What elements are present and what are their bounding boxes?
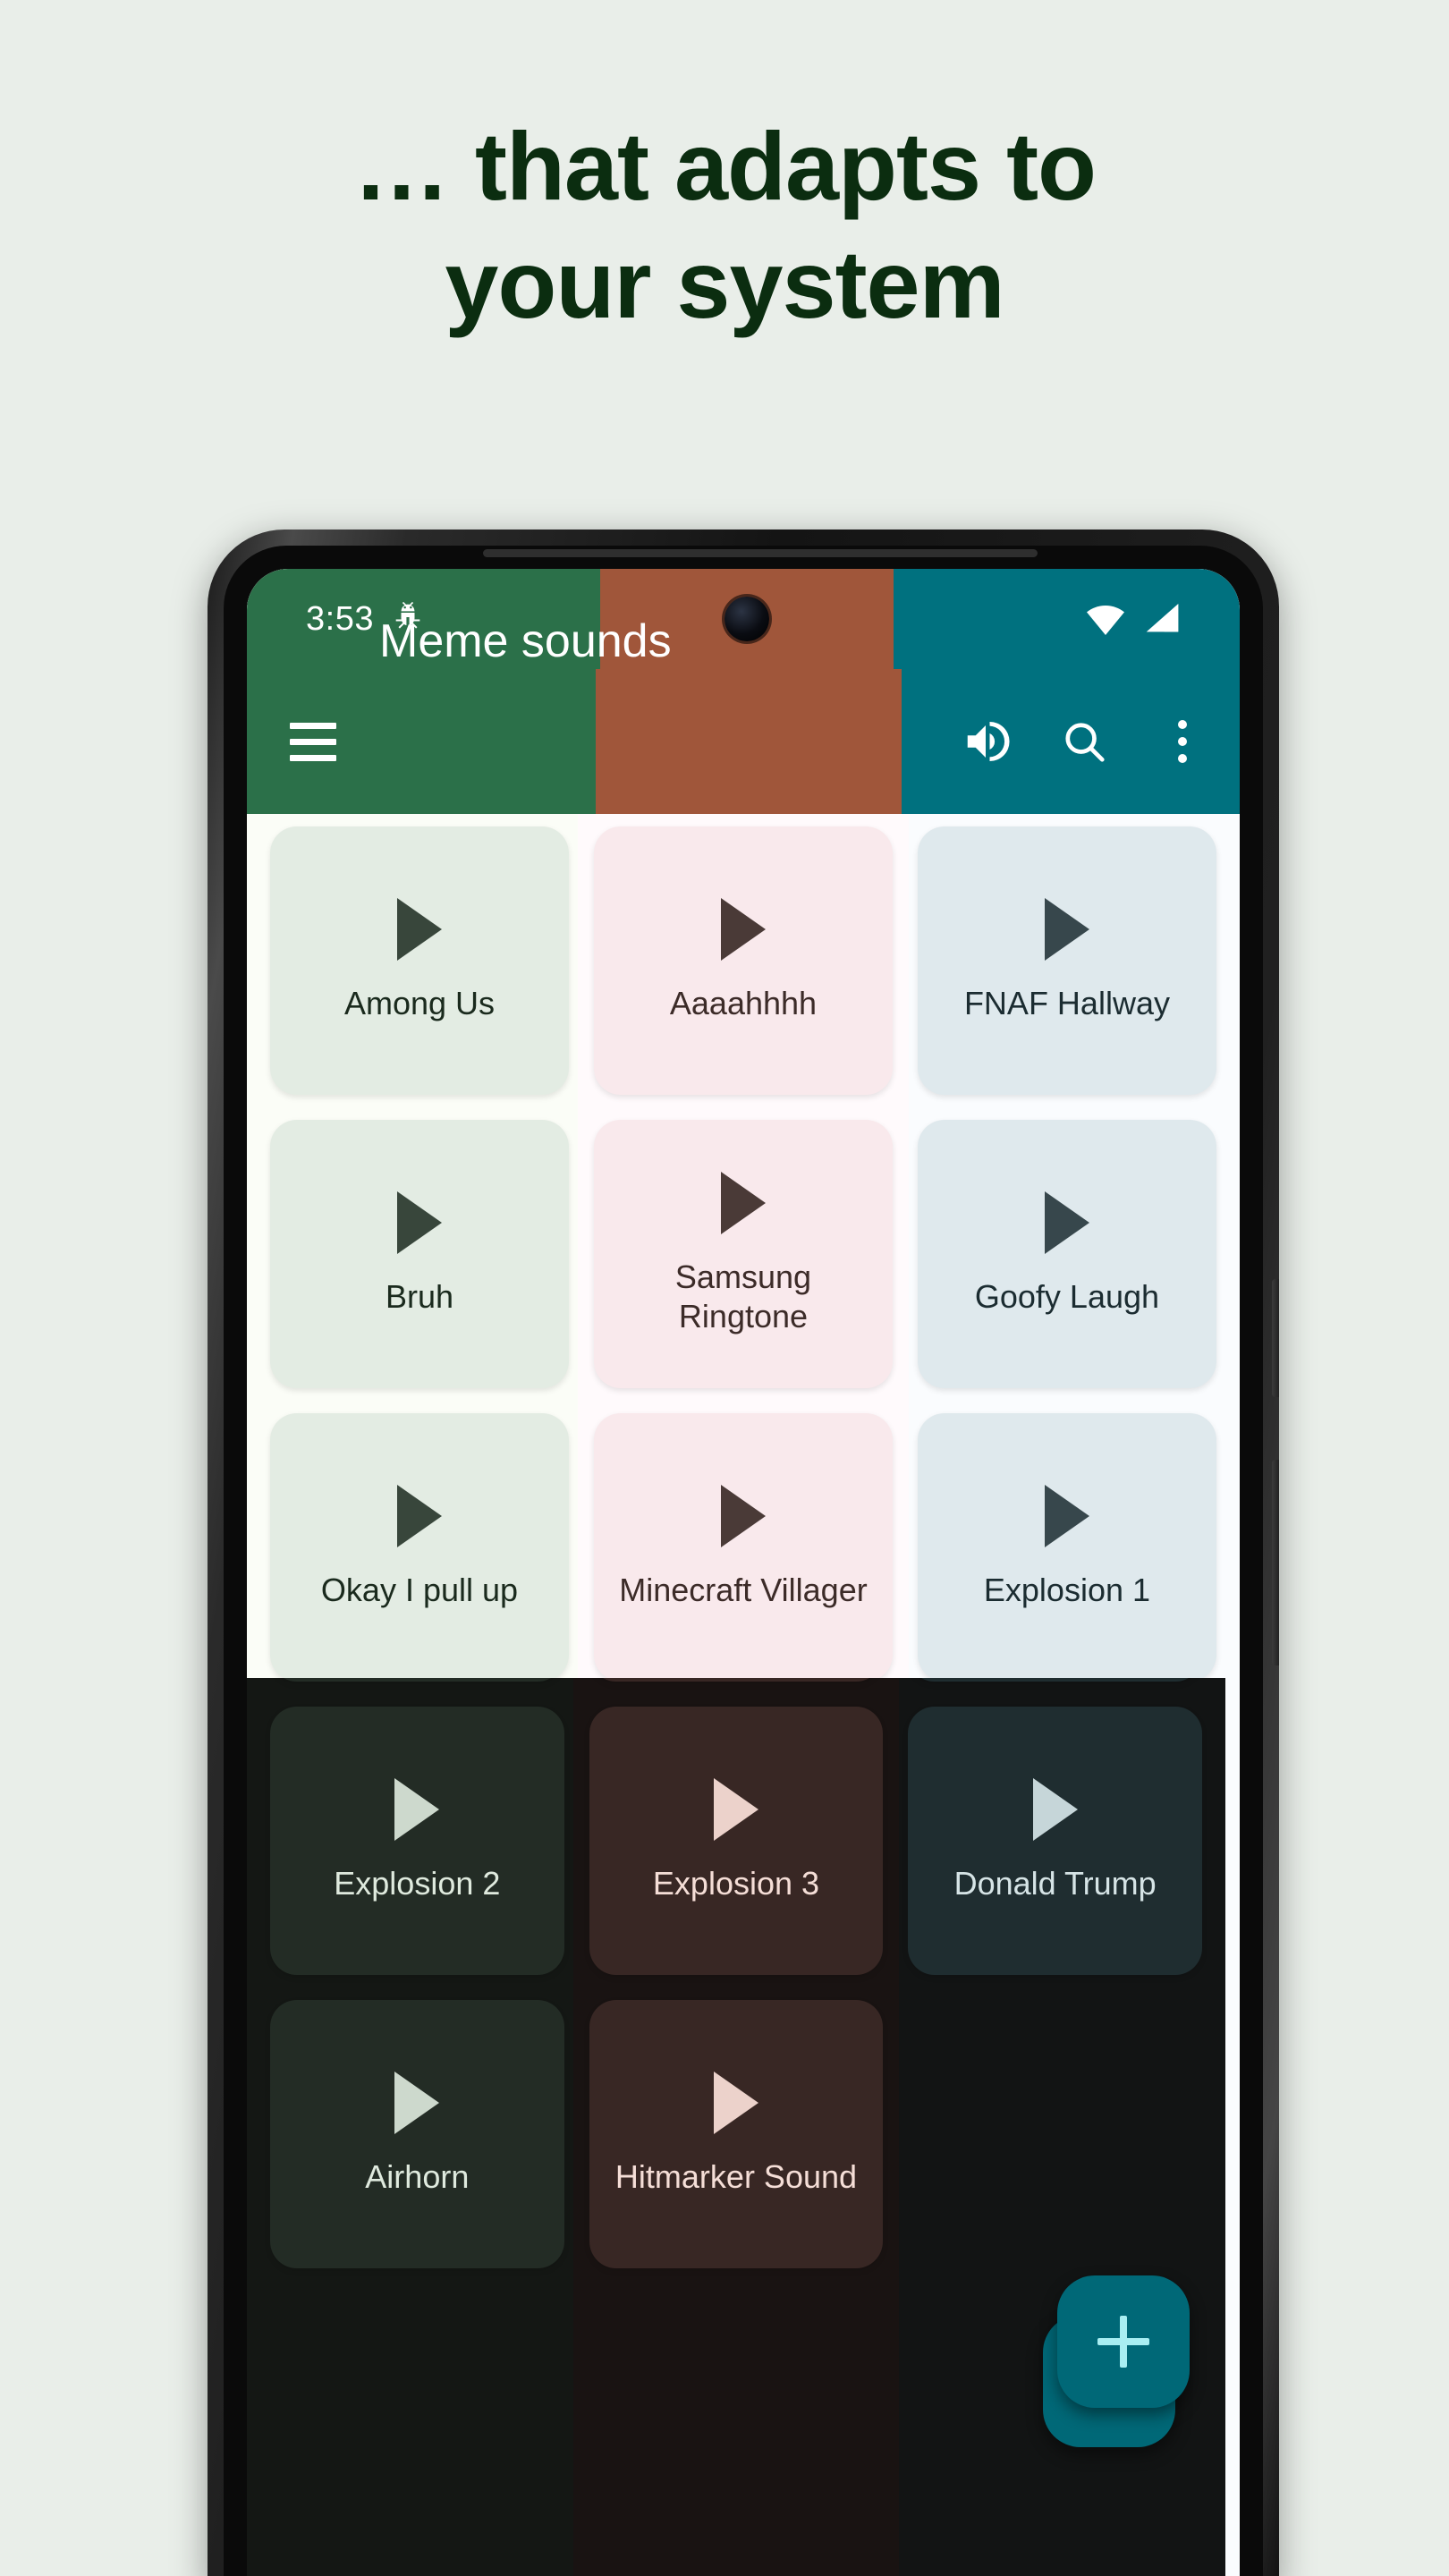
sound-tile-label: Hitmarker Sound (622, 2158, 865, 2196)
grid-cell: Hitmarker Sound (581, 1987, 905, 2281)
play-icon (1044, 1191, 1089, 1255)
play-icon (720, 898, 766, 962)
sound-grid: Among Us Aaaahhhh FNAF Hallway Bruh Samsung … (247, 814, 1240, 2281)
play-icon (396, 1485, 442, 1548)
wifi-icon (1080, 594, 1131, 644)
play-icon (1044, 1778, 1089, 1842)
cell-signal-icon (1138, 594, 1188, 644)
grid-cell: Explosion 2 (258, 1694, 581, 1987)
sound-tile-label: Minecraft Villager (619, 1572, 868, 1609)
grid-cell: Donald Trump (905, 1694, 1229, 1987)
play-icon (396, 1191, 442, 1255)
play-icon (396, 1778, 442, 1842)
sound-tile[interactable]: FNAF Hallway (917, 826, 1216, 1095)
grid-cell: Among Us (258, 814, 581, 1107)
power-button[interactable] (1272, 1279, 1279, 1397)
sound-tile-label: Among Us (343, 985, 496, 1022)
sound-tile[interactable]: Okay I pull up (270, 1413, 569, 1682)
plus-icon (1097, 2316, 1149, 2368)
grid-cell: Samsung Ringtone (581, 1107, 905, 1401)
play-icon (396, 2072, 442, 2135)
play-icon (720, 2072, 766, 2135)
sound-tile[interactable]: Aaaahhhh (593, 826, 893, 1095)
grid-cell: Aaaahhhh (581, 814, 905, 1107)
camera-punch-hole (724, 597, 769, 641)
play-icon (1044, 1485, 1089, 1548)
sound-tile-label: Explosion 1 (983, 1572, 1151, 1609)
play-icon (720, 1778, 766, 1842)
volume-rocker-button[interactable] (1272, 1460, 1279, 1665)
more-vert-icon[interactable] (1157, 716, 1208, 767)
toolbar-right (902, 669, 1240, 814)
sound-tile-label: Explosion 3 (659, 1865, 827, 1902)
grid-cell: Explosion 1 (905, 1401, 1229, 1694)
grid-cell: Explosion 3 (581, 1694, 905, 1987)
hamburger-menu-icon[interactable] (290, 722, 336, 761)
sound-tile[interactable]: Bruh (270, 1120, 569, 1388)
sound-tile[interactable]: Explosion 1 (917, 1413, 1216, 1682)
sound-tile-label: Explosion 2 (335, 1865, 504, 1902)
search-icon[interactable] (1059, 716, 1109, 767)
toolbar-title: Meme sounds (379, 615, 672, 667)
grid-cell-empty (905, 1987, 1229, 2281)
headline-line-2: your system (445, 229, 1004, 338)
sound-tile[interactable]: Goofy Laugh (917, 1120, 1216, 1388)
sound-tile[interactable]: Hitmarker Sound (593, 2000, 893, 2268)
status-bar-clock: 3:53 (306, 599, 374, 638)
sound-tile[interactable]: Samsung Ringtone (593, 1120, 893, 1388)
sound-tile-label: Samsung Ringtone (674, 1258, 812, 1335)
sound-tile-label: Okay I pull up (320, 1572, 519, 1609)
sound-tile[interactable]: Minecraft Villager (593, 1413, 893, 1682)
sound-tile-label: Aaaahhhh (669, 985, 818, 1022)
phone-bezel: 3:53 Meme sounds Among Us Aaaahhhh FNAF Hall… (224, 546, 1263, 2576)
page-title: … that adapts to your system (0, 107, 1449, 343)
grid-cell: Goofy Laugh (905, 1107, 1229, 1401)
sound-tile[interactable]: Explosion 2 (270, 1707, 569, 1975)
promo-screenshot: … that adapts to your system 3:53 Meme so… (0, 0, 1449, 2576)
add-sound-fab[interactable] (1057, 2275, 1190, 2408)
grid-cell: Minecraft Villager (581, 1401, 905, 1694)
sound-tile-label: Goofy Laugh (974, 1278, 1160, 1316)
grid-cell: FNAF Hallway (905, 814, 1229, 1107)
phone-screen: 3:53 Meme sounds Among Us Aaaahhhh FNAF Hall… (247, 569, 1240, 2576)
sound-tile[interactable]: Donald Trump (917, 1707, 1216, 1975)
play-icon (396, 898, 442, 962)
phone-mockup: 3:53 Meme sounds Among Us Aaaahhhh FNAF Hall… (208, 530, 1279, 2576)
sound-tile[interactable]: Among Us (270, 826, 569, 1095)
play-icon (720, 1485, 766, 1548)
grid-cell: Bruh (258, 1107, 581, 1401)
volume-up-icon[interactable] (961, 716, 1011, 767)
sound-tile-label: Donald Trump (965, 1865, 1169, 1902)
play-icon (720, 1172, 766, 1235)
grid-cell: Okay I pull up (258, 1401, 581, 1694)
sound-tile[interactable]: Airhorn (270, 2000, 569, 2268)
earpiece-speaker (483, 549, 1038, 557)
status-bar-right (894, 569, 1240, 669)
sound-tile[interactable]: Explosion 3 (593, 1707, 893, 1975)
sound-tile-label: Bruh (385, 1278, 454, 1316)
play-icon (1044, 898, 1089, 962)
headline-line-1: … that adapts to (352, 112, 1097, 220)
sound-tile-label: FNAF Hallway (963, 985, 1170, 1022)
sound-tile-label: Airhorn (367, 2158, 472, 2196)
grid-cell: Airhorn (258, 1987, 581, 2281)
